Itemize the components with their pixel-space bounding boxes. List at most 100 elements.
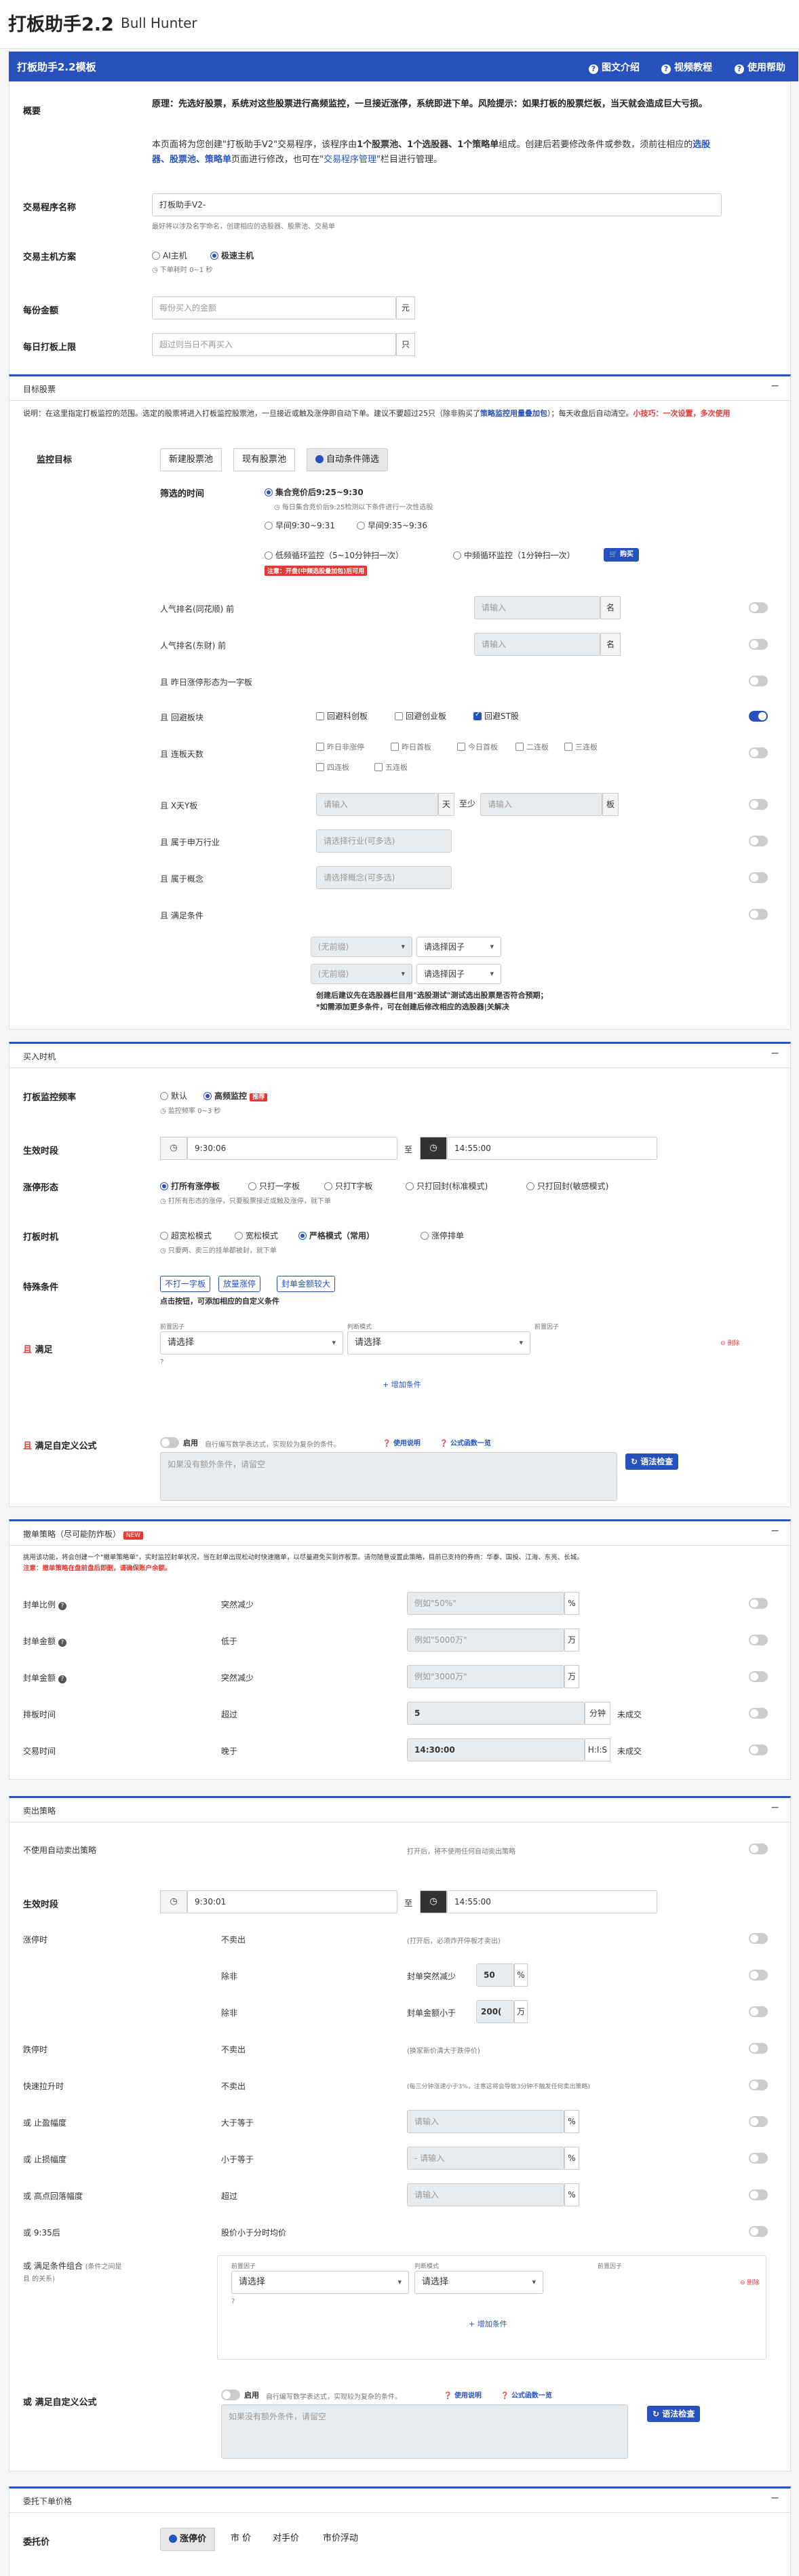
tab-new-pool[interactable]: 新建股票池 [160,448,222,471]
ths-toggle[interactable] [749,602,768,613]
tab-auto-filter[interactable]: 自动条件筛选 [307,448,389,471]
cond-prefix-select-1[interactable]: (无前缀) [311,937,412,957]
lianban-opt2[interactable]: 今日首板 [457,741,498,752]
zt-c-toggle[interactable] [749,2006,768,2017]
sell-input-2[interactable]: 请输入 [407,2183,564,2206]
sell-formula-textarea[interactable]: 如果没有额外条件，请留空 [221,2404,628,2459]
order-tab-opponent[interactable]: 对手价 [265,2528,308,2551]
shape-huifeng-sens-radio[interactable]: 只打回封(敏感模式) [526,1180,608,1192]
zt-b-input[interactable]: 50 [476,1964,514,1987]
buy-time-end[interactable]: 14:55:00 [447,1137,657,1160]
satisfy-mode-select[interactable]: 请选择 [347,1331,530,1354]
avoid-st-check[interactable]: 回避ST股 [473,710,519,722]
industry-select[interactable]: 请选择行业(可多选) [316,830,452,853]
host-fast-radio[interactable]: 极速主机 [210,250,254,261]
shape-huifeng-std-radio[interactable]: 只打回封(标准模式) [406,1180,488,1192]
tab-existing-pool[interactable]: 现有股票池 [233,448,296,471]
shape-yizi-radio[interactable]: 只打一字板 [248,1180,300,1192]
shape-t-radio[interactable]: 只打T字板 [324,1180,372,1192]
cancel-toggle-1[interactable] [749,1635,768,1645]
df-toggle[interactable] [749,639,768,650]
fast-toggle[interactable] [749,2080,768,2090]
special-volume[interactable]: 放量涨停 [218,1276,261,1292]
collapse-icon[interactable]: − [771,1801,779,1814]
order-tab-limit-up[interactable]: 涨停价 [160,2528,216,2551]
link-video[interactable]: ? 视频教程 [661,60,712,74]
lianban-opt6[interactable]: 五连板 [374,762,408,773]
host-ai-radio[interactable]: AI主机 [152,250,187,261]
timing-strict-radio[interactable]: 严格模式（常用） [298,1230,374,1241]
zt-b-toggle[interactable] [749,1970,768,1980]
cond-factor-select-1[interactable]: 请选择因子 [416,937,501,957]
xy-board-input[interactable]: 请输入 [480,793,602,816]
r935-toggle[interactable] [749,2226,768,2237]
buy-time-start[interactable]: 9:30:06 [187,1137,397,1160]
cancel-toggle-2[interactable] [749,1671,768,1682]
cancel-input-4[interactable]: 14:30:00 [407,1738,585,1761]
sell-time-start[interactable]: 9:30:01 [187,1890,397,1913]
sell-syntax-check[interactable]: ↻ 语法检查 [647,2406,701,2422]
sell-formula-toggle[interactable] [221,2389,240,2400]
program-name-input[interactable]: 打板助手V2- [152,193,722,216]
buy-button[interactable]: 🛒 购买 [604,548,639,562]
cancel-input-2[interactable]: 例如"3000万" [407,1665,564,1688]
lianban-opt0[interactable]: 昨日非涨停 [316,741,364,752]
avoid-toggle[interactable] [749,711,768,722]
yizi-toggle[interactable] [749,676,768,686]
satisfy-factor-select[interactable]: 请选择 [160,1331,343,1354]
combo-factor-select[interactable]: 请选择 [231,2271,409,2294]
sell-input-1[interactable]: - 请输入 [407,2147,564,2170]
link-help[interactable]: ? 使用帮助 [735,60,785,74]
avoid-cyb-check[interactable]: 回避创业板 [395,710,446,722]
cancel-input-3[interactable]: 5 [407,1702,585,1725]
lianban-toggle[interactable] [749,747,768,758]
sell-formula-fx[interactable]: ❓ 公式函数一览 [501,2389,552,2400]
timing-queue-radio[interactable]: 涨停排单 [421,1230,464,1241]
zt-c-input[interactable]: 200( [476,2000,514,2023]
lianban-opt1[interactable]: 昨日首板 [391,741,431,752]
time-opt-midfreq[interactable]: 中频循环监控（1分钟扫一次） [453,549,575,561]
df-input[interactable]: 请输入 [474,633,600,656]
sell-toggle-1[interactable] [749,2153,768,2164]
sell-formula-help[interactable]: ❓ 使用说明 [444,2389,482,2400]
buy-formula-help[interactable]: ❓ 使用说明 [383,1437,421,1447]
industry-toggle[interactable] [749,836,768,846]
cond-factor-select-2[interactable]: 请选择因子 [416,964,501,984]
amount-input[interactable]: 每份买入的金额 [152,296,396,319]
concept-toggle[interactable] [749,872,768,883]
collapse-icon[interactable]: − [771,2491,779,2504]
buy-formula-toggle[interactable] [160,1437,179,1448]
order-tab-float[interactable]: 市价浮动 [315,2528,367,2551]
cancel-toggle-3[interactable] [749,1708,768,1719]
cancel-toggle-4[interactable] [749,1744,768,1755]
cancel-input-1[interactable]: 例如"5000万" [407,1628,564,1652]
xy-toggle[interactable] [749,799,768,810]
limit-input[interactable]: 超过则当日不再买入 [152,333,396,356]
link-intro[interactable]: ? 图文介绍 [589,60,640,74]
zt-a-toggle[interactable] [749,1933,768,1944]
dt-toggle[interactable] [749,2043,768,2054]
lianban-opt4[interactable]: 三连板 [564,741,598,752]
freq-high-radio[interactable]: 高频监控 推荐 [203,1090,268,1101]
cond-prefix-select-2[interactable]: (无前缀) [311,964,412,984]
sell-toggle-0[interactable] [749,2116,768,2127]
help-icon[interactable]: ? [160,1359,163,1366]
cancel-toggle-0[interactable] [749,1598,768,1609]
cancel-input-0[interactable]: 例如"50%" [407,1592,564,1615]
no-auto-toggle[interactable] [749,1843,768,1854]
time-opt-lowfreq[interactable]: 低频循环监控（5~10分钟扫一次） [265,549,404,561]
special-no-yizi[interactable]: 不打一字板 [160,1276,211,1292]
time-opt-morning2[interactable]: 早间9:35~9:36 [357,520,427,531]
buy-syntax-check[interactable]: ↻ 语法检查 [625,1453,679,1470]
shape-all-radio[interactable]: 打所有涨停板 [160,1180,220,1192]
avoid-kcb-check[interactable]: 回避科创板 [316,710,368,722]
xy-day-input[interactable]: 请输入 [316,793,438,816]
freq-default-radio[interactable]: 默认 [160,1090,187,1101]
sell-toggle-2[interactable] [749,2189,768,2200]
collapse-icon[interactable]: − [771,1524,779,1537]
special-big-order[interactable]: 封单金额较大 [277,1276,336,1292]
timing-loose-radio[interactable]: 宽松模式 [235,1230,278,1241]
buy-formula-fx[interactable]: ❓ 公式函数一览 [440,1437,491,1447]
order-tab-market[interactable]: 市 价 [222,2528,260,2551]
lianban-opt3[interactable]: 二连板 [515,741,549,752]
